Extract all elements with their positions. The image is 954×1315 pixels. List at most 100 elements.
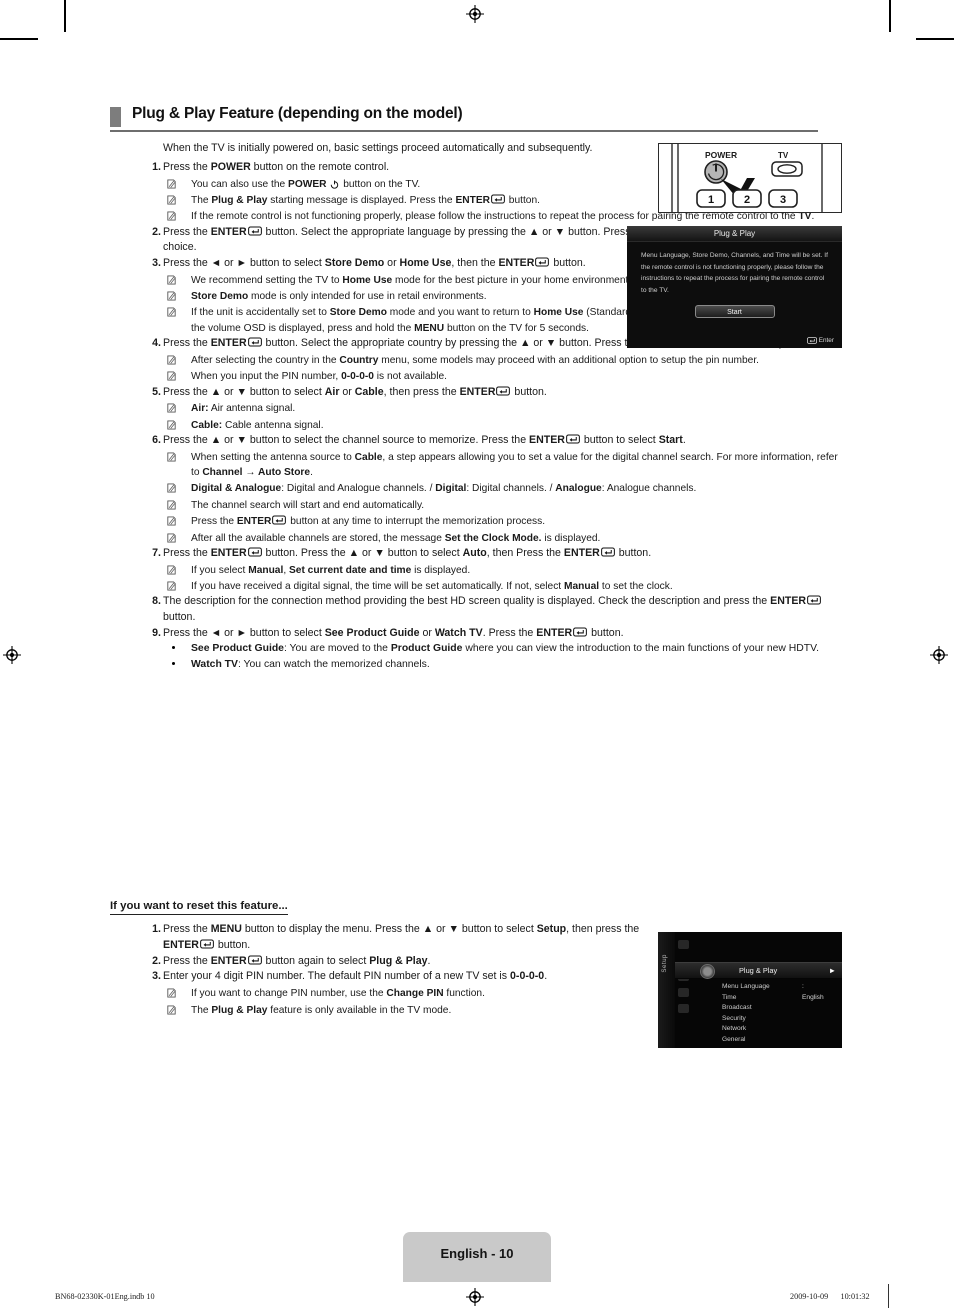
step-note-list: After selecting the country in the Count… <box>163 353 840 385</box>
enter-key-icon <box>247 547 262 557</box>
step-bullet-list: See Product Guide: You are moved to the … <box>163 641 840 672</box>
osd-enter-hint: Enter <box>806 337 834 344</box>
plug-and-play-dialog-figure: Plug & Play Menu Language, Store Demo, C… <box>627 226 842 348</box>
instruction-step: 1. Press the MENU button to display the m… <box>110 922 650 954</box>
step-note-list: If you select Manual, Set current date a… <box>163 563 840 595</box>
enter-key-icon <box>566 434 580 444</box>
reset-instructions-body: 1. Press the MENU button to display the m… <box>110 922 650 1018</box>
step-text: Press the MENU button to display the men… <box>163 923 640 951</box>
step-number: 2. <box>152 954 161 967</box>
instruction-step: 7. Press the ENTER button. Press the ▲ or… <box>110 546 840 594</box>
setup-menu-item[interactable]: Menu Language: English <box>722 982 824 1001</box>
note-item: After selecting the country in the Count… <box>163 353 840 368</box>
note-icon <box>167 1005 176 1015</box>
reset-section-heading: If you want to reset this feature... <box>110 900 288 915</box>
setup-menu-item-label: Security <box>722 1014 746 1022</box>
setup-menu-item[interactable]: Time <box>722 993 770 1004</box>
step-number: 3. <box>152 257 161 269</box>
footer-divider <box>888 1284 890 1308</box>
note-icon <box>167 307 176 317</box>
step-number: 9. <box>152 626 161 639</box>
note-icon <box>167 516 176 526</box>
step-number: 1. <box>152 923 161 935</box>
note-icon <box>167 533 176 543</box>
osd-start-button[interactable]: Start <box>694 305 775 318</box>
note-icon <box>167 500 176 510</box>
note-item: After all the available channels are sto… <box>163 531 840 546</box>
svg-text:POWER: POWER <box>705 150 737 160</box>
enter-key-icon <box>535 257 550 267</box>
note-item: Cable: Cable antenna signal. <box>163 418 840 433</box>
remote-control-figure: POWER TV 1 2 3 <box>658 143 842 213</box>
page-title-text: Plug & Play Feature (depending on the mo… <box>132 105 463 122</box>
instruction-step: 6. Press the ▲ or ▼ button to select the … <box>110 433 840 546</box>
svg-text:2: 2 <box>744 194 750 206</box>
menu-icon-picture <box>678 940 689 949</box>
bullet-dot <box>172 661 175 665</box>
setup-menu-rail: Setup <box>658 932 675 1048</box>
osd-dialog-title: Plug & Play <box>627 226 842 242</box>
note-icon <box>167 371 176 381</box>
enter-key-icon <box>496 386 511 396</box>
setup-menu-rail-label: Setup <box>661 954 668 973</box>
note-item: When you input the PIN number, 0-0-0-0 i… <box>163 369 840 384</box>
setup-menu-item[interactable]: Network <box>722 1024 770 1035</box>
bullet-item: Watch TV: You can watch the memorized ch… <box>163 657 840 672</box>
note-icon <box>167 420 176 430</box>
bullet-item: See Product Guide: You are moved to the … <box>163 641 840 656</box>
enter-key-icon <box>247 226 262 236</box>
setup-menu-item[interactable]: Broadcast <box>722 1003 770 1014</box>
note-icon <box>167 275 176 285</box>
menu-icon-time <box>678 988 689 997</box>
step-text: The description for the connection metho… <box>163 594 840 625</box>
instruction-step: 9. Press the ◄ or ► button to select See … <box>110 626 840 672</box>
registration-mark-top <box>466 5 484 23</box>
step-note-list: When setting the antenna source to Cable… <box>163 450 840 546</box>
step-text: Press the ◄ or ► button to select See Pr… <box>163 626 624 639</box>
step-text: Press the ENTER button. Press the ▲ or ▼… <box>163 547 652 560</box>
step-number: 5. <box>152 385 161 398</box>
power-icon <box>330 180 339 189</box>
enter-key-icon <box>491 194 505 204</box>
note-icon <box>167 179 176 189</box>
bullet-dot <box>172 646 175 650</box>
setup-menu-item[interactable]: Security <box>722 1014 770 1025</box>
note-item: When setting the antenna source to Cable… <box>163 450 840 481</box>
step-number: 3. <box>152 970 161 983</box>
note-item: The channel search will start and end au… <box>163 498 840 513</box>
setup-menu-item[interactable]: General <box>722 1035 770 1046</box>
instruction-step: 2. Press the ENTER button again to select… <box>110 954 650 970</box>
note-item: Digital & Analogue: Digital and Analogue… <box>163 481 840 496</box>
registration-mark-right <box>930 646 948 664</box>
enter-key-icon <box>200 939 214 949</box>
footer-file-name: BN68-02330K-01Eng.indb 10 <box>55 1292 155 1301</box>
note-item: Press the ENTER button at any time to in… <box>163 514 840 529</box>
step-number: 6. <box>152 434 161 447</box>
osd-dialog-body: Menu Language, Store Demo, Channels, and… <box>641 252 828 294</box>
svg-text:3: 3 <box>780 194 786 206</box>
note-icon <box>167 355 176 365</box>
enter-key-icon <box>807 595 821 606</box>
title-underline <box>110 130 818 132</box>
crop-mark-top-left-horizontal <box>0 38 38 40</box>
enter-key-icon <box>573 627 588 637</box>
step-note-list: If you want to change PIN number, use th… <box>163 986 650 1018</box>
setup-menu-item-value: : English <box>802 983 824 1001</box>
step-note-list: Air: Air antenna signal. Cable: Cable ant… <box>163 401 840 433</box>
gear-icon <box>700 964 715 979</box>
registration-mark-left <box>3 646 21 664</box>
step-number: 8. <box>152 595 161 608</box>
enter-key-icon <box>806 337 817 344</box>
enter-key-icon <box>272 515 287 525</box>
step-number: 1. <box>152 161 161 173</box>
note-icon <box>167 452 176 462</box>
osd-enter-label: Enter <box>818 337 834 344</box>
enter-key-icon <box>247 955 262 965</box>
enter-key-icon <box>247 337 262 347</box>
crop-mark-top-left-vertical <box>64 0 66 32</box>
enter-key-icon <box>600 547 615 557</box>
note-icon <box>167 195 176 205</box>
step-text: Enter your 4 digit PIN number. The defau… <box>163 970 548 983</box>
setup-menu-selected-row[interactable]: Plug & Play ► <box>675 962 842 979</box>
menu-icon-broadcast <box>678 1004 689 1013</box>
